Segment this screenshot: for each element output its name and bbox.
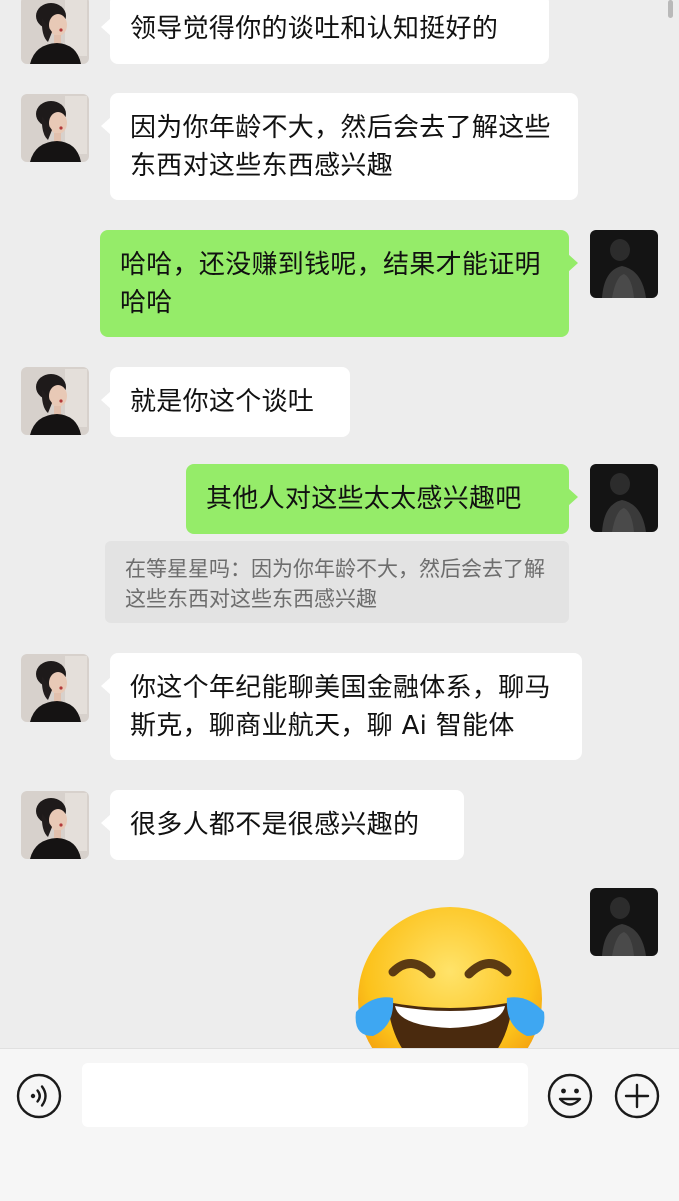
contact-avatar[interactable] xyxy=(21,0,89,64)
contact-avatar[interactable] xyxy=(21,367,89,435)
contact-avatar[interactable] xyxy=(21,654,89,722)
quote-separator: ： xyxy=(230,557,251,581)
contact-avatar[interactable] xyxy=(21,791,89,859)
my-avatar[interactable] xyxy=(590,230,658,298)
contact-avatar-image xyxy=(21,367,89,435)
my-avatar-image xyxy=(590,464,658,532)
voice-button[interactable] xyxy=(16,1073,62,1119)
emoji-button[interactable] xyxy=(547,1073,593,1119)
quote-author: 在等星星吗 xyxy=(125,557,230,581)
contact-avatar-image xyxy=(21,0,89,64)
scrollbar[interactable] xyxy=(668,0,673,18)
message-text: 你这个年纪能聊美国金融体系，聊马斯克，聊商业航天，聊 Ai 智能体 xyxy=(130,673,551,741)
message-text: 很多人都不是很感兴趣的 xyxy=(130,810,420,840)
tears-of-joy-emoji[interactable] xyxy=(353,902,547,1048)
contact-avatar[interactable] xyxy=(21,94,89,162)
message-bubble-incoming[interactable]: 就是你这个谈吐 xyxy=(101,367,350,437)
message-input[interactable] xyxy=(82,1063,528,1127)
chat-area[interactable]: 领导觉得你的谈吐和认知挺好的 因为你年龄不大，然后会去了解这些东西对这些东西感兴… xyxy=(0,0,679,1048)
message-text: 就是你这个谈吐 xyxy=(130,387,315,417)
message-bubble-incoming[interactable]: 领导觉得你的谈吐和认知挺好的 xyxy=(101,0,549,64)
message-bubble-incoming[interactable]: 你这个年纪能聊美国金融体系，聊马斯克，聊商业航天，聊 Ai 智能体 xyxy=(101,653,582,760)
tears-of-joy-icon xyxy=(355,907,545,1048)
emoji-smile-icon xyxy=(547,1073,593,1119)
quoted-message[interactable]: 在等星星吗：因为你年龄不大，然后会去了解这些东西对这些东西感兴趣 xyxy=(105,541,569,623)
message-text: 因为你年龄不大，然后会去了解这些东西对这些东西感兴趣 xyxy=(130,113,551,181)
my-avatar-image xyxy=(590,888,658,956)
my-avatar[interactable] xyxy=(590,464,658,532)
my-avatar[interactable] xyxy=(590,888,658,956)
message-bubble-outgoing[interactable]: 其他人对这些太太感兴趣吧 xyxy=(186,464,578,534)
contact-avatar-image xyxy=(21,791,89,859)
message-bubble-incoming[interactable]: 因为你年龄不大，然后会去了解这些东西对这些东西感兴趣 xyxy=(101,93,578,200)
plus-icon xyxy=(614,1073,660,1119)
message-text: 哈哈，还没赚到钱呢，结果才能证明哈哈 xyxy=(120,250,541,318)
my-avatar-image xyxy=(590,230,658,298)
message-text: 领导觉得你的谈吐和认知挺好的 xyxy=(130,14,499,44)
voice-icon xyxy=(16,1073,62,1119)
message-bubble-incoming[interactable]: 很多人都不是很感兴趣的 xyxy=(101,790,464,860)
plus-button[interactable] xyxy=(614,1073,660,1119)
message-bubble-outgoing[interactable]: 哈哈，还没赚到钱呢，结果才能证明哈哈 xyxy=(100,230,578,337)
input-bar xyxy=(0,1048,679,1201)
contact-avatar-image xyxy=(21,94,89,162)
message-text: 其他人对这些太太感兴趣吧 xyxy=(206,484,522,514)
contact-avatar-image xyxy=(21,654,89,722)
